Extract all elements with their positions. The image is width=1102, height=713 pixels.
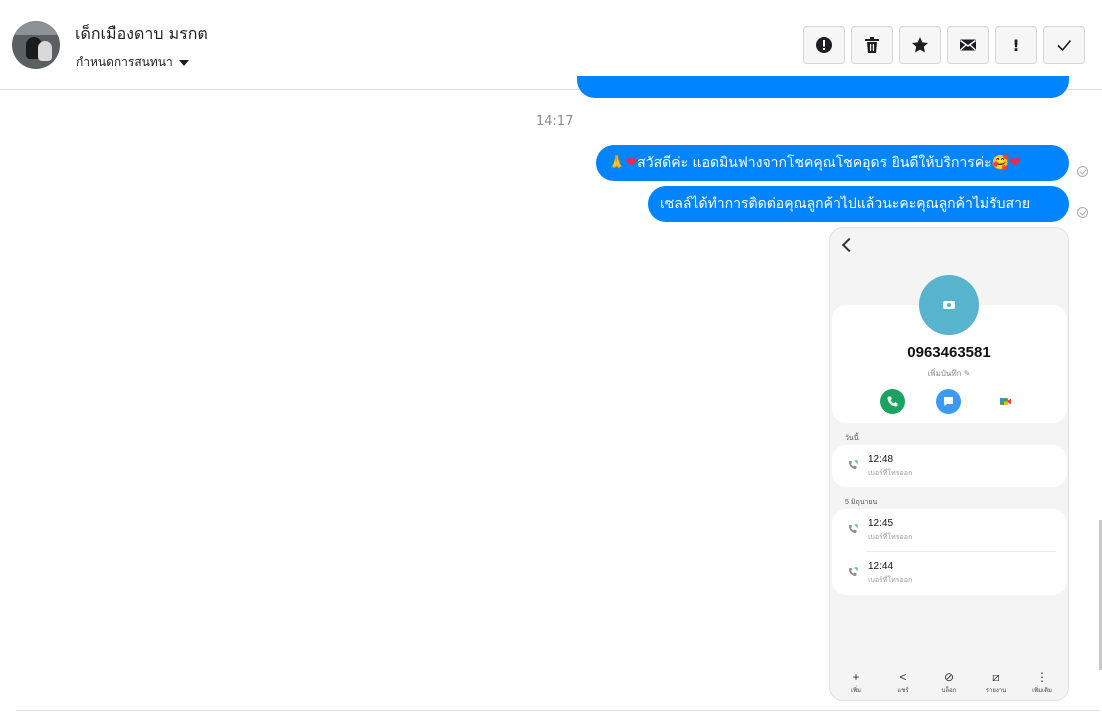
mark-spam-button[interactable] bbox=[803, 26, 845, 64]
sent-status-icon bbox=[1077, 207, 1088, 218]
sent-status-icon bbox=[1077, 166, 1088, 177]
share-icon: < bbox=[899, 670, 907, 684]
check-icon bbox=[1057, 39, 1072, 52]
message-thread[interactable]: 14:17 🙏 ❤ สวัสดีค่ะ แอดมินฟางจากโชคคุณโช… bbox=[0, 76, 1102, 713]
call-time: 12:45 bbox=[868, 518, 894, 529]
call-type: เบอร์ที่โทรออก bbox=[868, 577, 913, 584]
nav-add: + เพิ่ม bbox=[838, 670, 874, 695]
contact-name[interactable]: เด็กเมืองดาบ มรกต bbox=[75, 22, 208, 47]
nav-label: เพิ่ม bbox=[851, 688, 861, 694]
pray-emoji: 🙏 bbox=[608, 155, 626, 171]
delete-button[interactable] bbox=[851, 26, 893, 64]
image-attachment[interactable]: 0963463581 เพิ่มบันทึก ✎ วันนี้ 12:48 เบ… bbox=[829, 227, 1069, 701]
mark-done-button[interactable] bbox=[1043, 26, 1085, 64]
nav-report: ⧄ รายงาน bbox=[978, 670, 1014, 695]
nav-label: รายงาน bbox=[985, 688, 1007, 694]
call-type: เบอร์ที่โทรออก bbox=[868, 470, 913, 477]
message-timestamp: 14:17 bbox=[536, 114, 574, 129]
camera-icon bbox=[919, 275, 979, 335]
trash-icon bbox=[865, 37, 879, 53]
alert-icon bbox=[816, 37, 832, 53]
star-button[interactable] bbox=[899, 26, 941, 64]
call-log-row: 12:45 เบอร์ที่โทรออก bbox=[832, 509, 1067, 551]
nav-label: แชร์ bbox=[897, 688, 909, 694]
section-date: 5 มิถุนายน bbox=[845, 499, 878, 506]
message-text: เซลล์ได้ทำการติดต่อคุณลูกค้าไปแล้วนะคะคุ… bbox=[660, 196, 1031, 212]
caret-down-icon bbox=[178, 60, 189, 66]
phone-icon bbox=[887, 396, 898, 407]
composer-divider bbox=[16, 710, 1100, 711]
nav-block: ⊘ บล็อก bbox=[931, 670, 967, 695]
messenger-conversation: เด็กเมืองดาบ มรกต กำหนดการสนทนา ! 14:17 … bbox=[0, 0, 1102, 713]
conversation-schedule-label: กำหนดการสนทนา bbox=[76, 55, 173, 69]
star-icon bbox=[912, 37, 928, 53]
chat-bubble-icon bbox=[944, 397, 953, 406]
call-type: เบอร์ที่โทรออก bbox=[868, 534, 913, 541]
outgoing-call-icon bbox=[849, 460, 858, 469]
conversation-schedule-dropdown[interactable]: กำหนดการสนทนา bbox=[76, 53, 189, 72]
message-text: สวัสดีค่ะ แอดมินฟางจากโชคคุณโชคอุดร ยินด… bbox=[637, 155, 1010, 171]
call-action bbox=[880, 389, 905, 414]
heart-emoji: ❤ bbox=[1009, 155, 1021, 171]
heart-emoji: ❤ bbox=[625, 155, 638, 171]
contact-avatar[interactable] bbox=[12, 21, 60, 69]
phone-number: 0963463581 bbox=[907, 344, 991, 361]
call-log-row: 12:48 เบอร์ที่โทรออก bbox=[832, 445, 1067, 487]
envelope-icon bbox=[960, 39, 976, 51]
nav-label: เพิ่มเติม bbox=[1032, 688, 1052, 694]
message-action bbox=[936, 389, 961, 414]
call-log-row: 12:44 เบอร์ที่โทรออก bbox=[832, 552, 1067, 594]
previous-message-bubble[interactable] bbox=[577, 76, 1069, 98]
follow-up-button[interactable]: ! bbox=[995, 26, 1037, 64]
outgoing-call-icon bbox=[849, 567, 858, 576]
call-time: 12:48 bbox=[868, 454, 894, 465]
message-bubble[interactable]: เซลล์ได้ทำการติดต่อคุณลูกค้าไปแล้วนะคะคุ… bbox=[648, 186, 1069, 222]
exclamation-icon: ! bbox=[1012, 35, 1020, 55]
video-camera-icon bbox=[1000, 398, 1011, 405]
back-arrow-icon bbox=[841, 237, 857, 253]
report-icon: ⧄ bbox=[992, 670, 1000, 684]
more-vertical-icon: ⋮ bbox=[1036, 670, 1048, 684]
block-icon: ⊘ bbox=[943, 670, 955, 684]
outgoing-call-icon bbox=[849, 524, 858, 533]
section-today: วันนี้ bbox=[845, 435, 859, 442]
nav-share: < แชร์ bbox=[885, 670, 921, 695]
nav-more: ⋮ เพิ่มเติม bbox=[1024, 670, 1060, 695]
nav-label: บล็อก bbox=[941, 688, 957, 694]
message-bubble[interactable]: 🙏 ❤ สวัสดีค่ะ แอดมินฟางจากโชคคุณโชคอุดร … bbox=[596, 145, 1069, 181]
plus-icon: + bbox=[852, 670, 860, 684]
mark-unread-button[interactable] bbox=[947, 26, 989, 64]
video-call-action bbox=[993, 389, 1018, 414]
add-note-label: เพิ่มบันทึก ✎ bbox=[927, 369, 971, 378]
call-time: 12:44 bbox=[868, 561, 894, 572]
